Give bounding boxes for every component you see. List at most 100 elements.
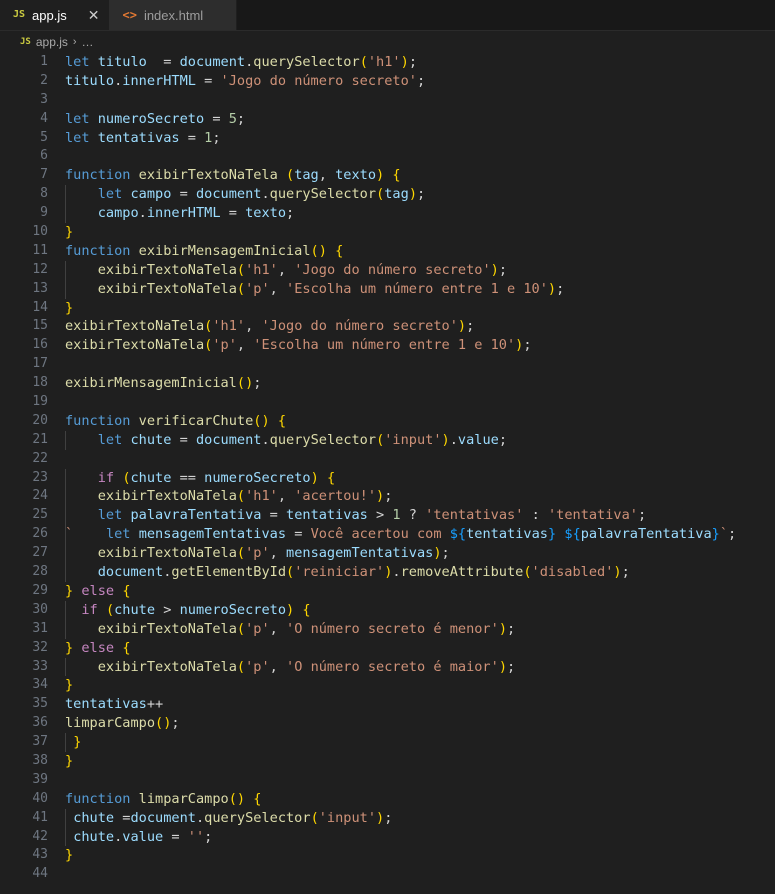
- line-number: 34: [32, 677, 48, 693]
- code-line[interactable]: 17: [0, 355, 775, 374]
- code-editor[interactable]: 1 let titulo = document.querySelector('h1…: [0, 53, 775, 894]
- code-text[interactable]: } else {: [48, 639, 775, 658]
- code-line[interactable]: 11 function exibirMensagemInicial() {: [0, 242, 775, 261]
- code-line[interactable]: 29} else {: [0, 582, 775, 601]
- code-line[interactable]: 32} else {: [0, 639, 775, 658]
- code-text[interactable]: exibirTextoNaTela('p', 'O número secreto…: [48, 619, 775, 639]
- code-line[interactable]: 36 limparCampo();: [0, 714, 775, 733]
- code-line[interactable]: 4 let numeroSecreto = 5;: [0, 110, 775, 129]
- code-line[interactable]: 26 ` let mensagemTentativas = Você acerto…: [0, 525, 775, 545]
- line-number: 25: [32, 507, 48, 523]
- line-number: 40: [32, 790, 48, 806]
- code-line[interactable]: 38}: [0, 752, 775, 771]
- code-line[interactable]: 5 let tentativas = 1;: [0, 129, 775, 148]
- code-text[interactable]: let numeroSecreto = 5;: [48, 110, 775, 129]
- code-text[interactable]: if (chute > numeroSecreto) {: [48, 600, 775, 620]
- code-text[interactable]: let campo = document.querySelector(tag);: [48, 185, 775, 205]
- code-line[interactable]: 18 exibirMensagemInicial();: [0, 374, 775, 393]
- code-line[interactable]: 37 }: [0, 733, 775, 752]
- code-text[interactable]: if (chute == numeroSecreto) {: [48, 468, 775, 488]
- code-line[interactable]: 7 function exibirTextoNaTela (tag, texto)…: [0, 166, 775, 185]
- code-text[interactable]: let titulo = document.querySelector('h1'…: [48, 53, 775, 72]
- code-text[interactable]: exibirTextoNaTela('p', 'Escolha um númer…: [48, 336, 775, 355]
- code-text[interactable]: chute =document.querySelector('input');: [48, 808, 775, 828]
- code-line[interactable]: 3: [0, 91, 775, 110]
- code-text[interactable]: [48, 91, 775, 110]
- code-text[interactable]: ` let mensagemTentativas = Você acertou …: [48, 525, 775, 545]
- code-text[interactable]: tentativas++: [48, 695, 775, 714]
- code-text[interactable]: [48, 865, 775, 884]
- code-text[interactable]: document.getElementById('reiniciar').rem…: [48, 563, 775, 582]
- code-line[interactable]: 10}: [0, 223, 775, 242]
- code-line[interactable]: 12 exibirTextoNaTela('h1', 'Jogo do núme…: [0, 260, 775, 280]
- code-text[interactable]: exibirTextoNaTela('h1', 'Jogo do número …: [48, 260, 775, 280]
- tab-index-html[interactable]: <> index.html ✕: [109, 0, 237, 30]
- code-line[interactable]: 13 exibirTextoNaTela('p', 'Escolha um nú…: [0, 279, 775, 299]
- code-text[interactable]: }: [48, 846, 775, 865]
- code-text[interactable]: [48, 450, 775, 469]
- code-line[interactable]: 16 exibirTextoNaTela('p', 'Escolha um núm…: [0, 336, 775, 355]
- line-number: 13: [32, 280, 48, 296]
- breadcrumb-overflow[interactable]: …: [82, 35, 94, 49]
- code-line[interactable]: 33 exibirTextoNaTela('p', 'O número secr…: [0, 657, 775, 677]
- code-text[interactable]: let palavraTentativa = tentativas > 1 ? …: [48, 506, 775, 526]
- code-line[interactable]: 35 tentativas++: [0, 695, 775, 714]
- code-line[interactable]: 6: [0, 147, 775, 166]
- code-line[interactable]: 21 let chute = document.querySelector('i…: [0, 430, 775, 450]
- code-text[interactable]: let tentativas = 1;: [48, 129, 775, 148]
- code-line[interactable]: 8 let campo = document.querySelector(tag…: [0, 185, 775, 205]
- code-text[interactable]: [48, 771, 775, 790]
- code-line[interactable]: 14}: [0, 299, 775, 318]
- html-file-icon: <>: [122, 8, 137, 22]
- code-text[interactable]: exibirTextoNaTela('h1', 'Jogo do número …: [48, 317, 775, 336]
- tab-app-js[interactable]: JS app.js ✕: [0, 0, 110, 30]
- code-text[interactable]: }: [48, 676, 775, 695]
- code-line[interactable]: 1 let titulo = document.querySelector('h1…: [0, 53, 775, 72]
- code-text[interactable]: function exibirTextoNaTela (tag, texto) …: [48, 166, 775, 185]
- code-text[interactable]: }: [48, 752, 775, 771]
- code-text[interactable]: }: [48, 223, 775, 242]
- code-line[interactable]: 30 if (chute > numeroSecreto) {: [0, 600, 775, 620]
- code-line[interactable]: 31 exibirTextoNaTela('p', 'O número secr…: [0, 619, 775, 639]
- code-text[interactable]: }: [48, 733, 775, 752]
- code-line[interactable]: 25 let palavraTentativa = tentativas > 1…: [0, 506, 775, 526]
- code-text[interactable]: titulo.innerHTML = 'Jogo do número secre…: [48, 72, 775, 91]
- code-text[interactable]: exibirTextoNaTela('h1', 'acertou!');: [48, 487, 775, 507]
- code-text[interactable]: function verificarChute() {: [48, 412, 775, 431]
- code-line[interactable]: 9 campo.innerHTML = texto;: [0, 204, 775, 224]
- code-line[interactable]: 19: [0, 393, 775, 412]
- code-text[interactable]: function limparCampo() {: [48, 790, 775, 809]
- code-line[interactable]: 41 chute =document.querySelector('input'…: [0, 808, 775, 828]
- code-text[interactable]: [48, 355, 775, 374]
- code-line[interactable]: 2 titulo.innerHTML = 'Jogo do número secr…: [0, 72, 775, 91]
- code-line[interactable]: 44: [0, 865, 775, 884]
- code-text[interactable]: let chute = document.querySelector('inpu…: [48, 430, 775, 450]
- breadcrumb-file[interactable]: app.js: [36, 35, 68, 49]
- code-line[interactable]: 39: [0, 771, 775, 790]
- code-line[interactable]: 40 function limparCampo() {: [0, 790, 775, 809]
- code-text[interactable]: } else {: [48, 582, 775, 601]
- code-text[interactable]: exibirTextoNaTela('p', mensagemTentativa…: [48, 544, 775, 564]
- code-line[interactable]: 42 chute.value = '';: [0, 827, 775, 847]
- code-text[interactable]: exibirTextoNaTela('p', 'O número secreto…: [48, 657, 775, 677]
- code-line[interactable]: 43}: [0, 846, 775, 865]
- code-line[interactable]: 20 function verificarChute() {: [0, 412, 775, 431]
- code-line[interactable]: 23 if (chute == numeroSecreto) {: [0, 468, 775, 488]
- code-text[interactable]: chute.value = '';: [48, 827, 775, 847]
- code-text[interactable]: exibirTextoNaTela('p', 'Escolha um númer…: [48, 279, 775, 299]
- code-line[interactable]: 15 exibirTextoNaTela('h1', 'Jogo do númer…: [0, 317, 775, 336]
- close-icon[interactable]: ✕: [88, 8, 100, 22]
- code-text[interactable]: campo.innerHTML = texto;: [48, 204, 775, 224]
- code-text[interactable]: exibirMensagemInicial();: [48, 374, 775, 393]
- code-line[interactable]: 28 document.getElementById('reiniciar').…: [0, 563, 775, 582]
- code-text[interactable]: }: [48, 299, 775, 318]
- code-text[interactable]: limparCampo();: [48, 714, 775, 733]
- code-line[interactable]: 24 exibirTextoNaTela('h1', 'acertou!');: [0, 487, 775, 507]
- code-line[interactable]: 22: [0, 450, 775, 469]
- line-number: 6: [40, 148, 48, 164]
- code-line[interactable]: 27 exibirTextoNaTela('p', mensagemTentat…: [0, 544, 775, 564]
- code-text[interactable]: function exibirMensagemInicial() {: [48, 242, 775, 261]
- code-text[interactable]: [48, 393, 775, 412]
- code-text[interactable]: [48, 147, 775, 166]
- code-line[interactable]: 34}: [0, 676, 775, 695]
